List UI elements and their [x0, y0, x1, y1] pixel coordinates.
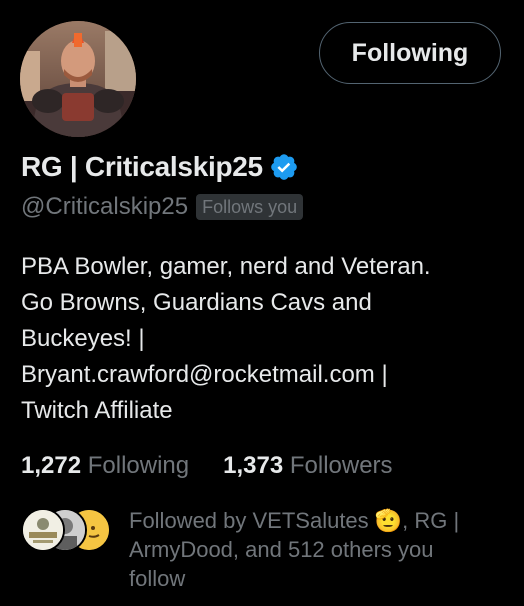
- handle-row: @Criticalskip25 Follows you: [21, 193, 304, 221]
- followed-by-line: Followed by VETSalutes 🫡, RG |: [129, 508, 460, 533]
- profile-bio: PBA Bowler, gamer, nerd and Veteran. Go …: [21, 249, 501, 429]
- followers-count: 1,373: [223, 452, 284, 479]
- followed-by-text: Followed by VETSalutes 🫡, RG | ArmyDood,…: [129, 506, 489, 593]
- followers-label: Followers: [289, 452, 393, 479]
- avatar-image: [20, 21, 136, 137]
- follow-stats: 1,272 Following 1,373 Followers: [21, 452, 427, 480]
- profile-avatar[interactable]: [20, 21, 136, 137]
- followed-by-line: ArmyDood, and 512 others you: [129, 537, 434, 562]
- mutual-follower-avatars: [21, 508, 111, 552]
- following-label: Following: [87, 452, 190, 479]
- follows-you-badge: Follows you: [196, 194, 304, 220]
- bio-line: Go Browns, Guardians Cavs and: [21, 289, 372, 316]
- user-handle: @Criticalskip25: [21, 193, 189, 220]
- bio-email-line: Bryant.crawford@rocketmail.com |: [21, 361, 388, 388]
- verified-badge-icon[interactable]: [269, 152, 299, 182]
- followed-by-line: follow: [129, 566, 186, 591]
- bio-line: PBA Bowler, gamer, nerd and Veteran.: [21, 253, 431, 280]
- bio-line: Buckeyes! |: [21, 325, 145, 352]
- following-count: 1,272: [21, 452, 82, 479]
- following-stat-link[interactable]: 1,272 Following: [21, 452, 189, 480]
- following-button[interactable]: Following: [319, 22, 501, 84]
- followers-stat-link[interactable]: 1,373 Followers: [223, 452, 392, 480]
- display-name-row: RG | Criticalskip25: [21, 151, 299, 183]
- display-name: RG | Criticalskip25: [21, 151, 263, 182]
- mutual-avatar-1: [21, 508, 65, 552]
- bio-line: Twitch Affiliate: [21, 397, 173, 424]
